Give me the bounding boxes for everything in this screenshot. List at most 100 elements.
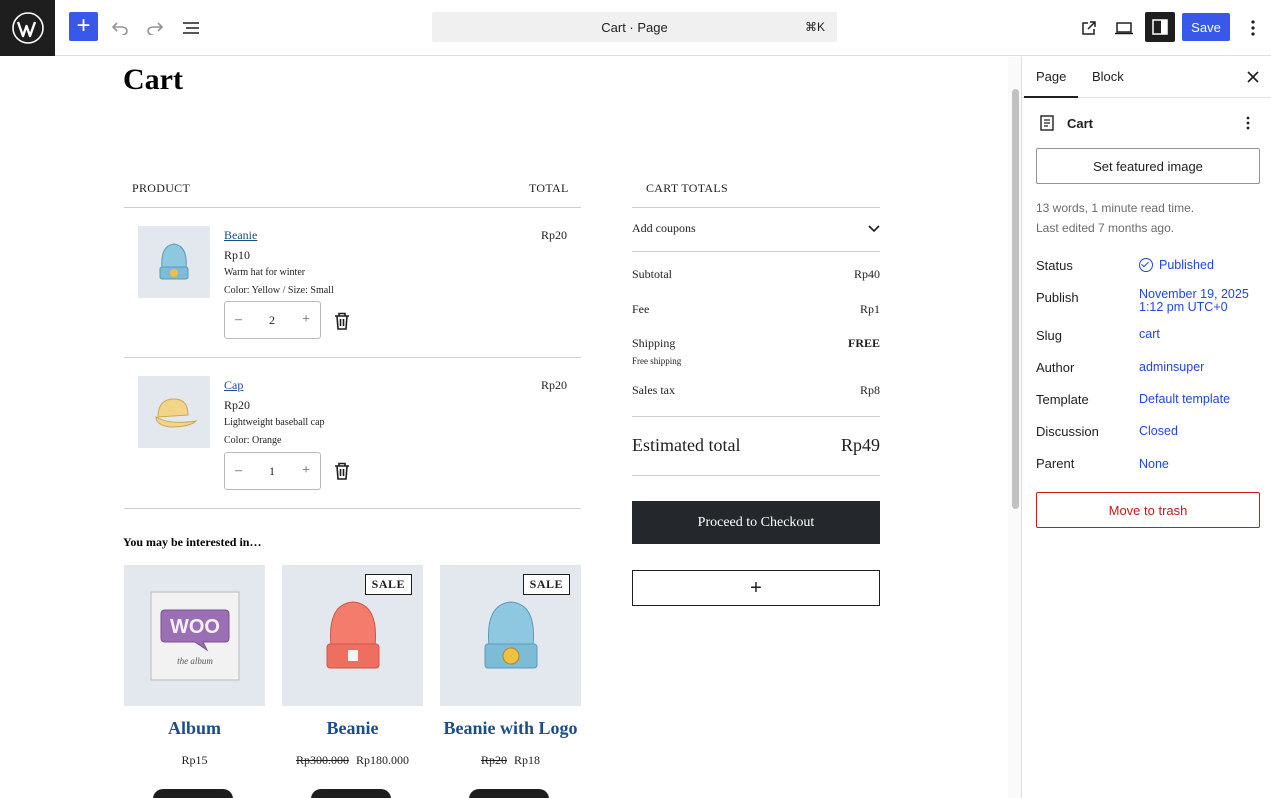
quantity-stepper[interactable]: – 1 + <box>224 452 321 490</box>
settings-toggle-button[interactable] <box>1145 12 1175 42</box>
active-tab-indicator <box>1024 96 1078 98</box>
add-to-cart-button[interactable] <box>153 789 233 798</box>
product-name-link[interactable]: Album <box>124 718 265 739</box>
sale-badge: SALE <box>364 574 412 595</box>
product-price: Rp300.000 Rp180.000 <box>282 753 423 768</box>
cart-item-name-link[interactable]: Cap <box>224 378 243 393</box>
subtotal-label: Subtotal <box>632 267 673 281</box>
publish-time: 1:12 pm UTC+0 <box>1139 300 1228 314</box>
trash-icon[interactable] <box>334 312 350 330</box>
subtotal-row: Subtotal Rp40 <box>632 267 880 282</box>
published-check-icon <box>1139 258 1153 272</box>
trash-icon[interactable] <box>334 462 350 480</box>
move-to-trash-button[interactable]: Move to trash <box>1036 492 1260 528</box>
add-coupons-toggle[interactable]: Add coupons <box>632 221 880 236</box>
template-value-button[interactable]: Default template <box>1139 393 1230 406</box>
add-coupons-label: Add coupons <box>632 221 696 235</box>
close-icon[interactable] <box>1247 71 1259 83</box>
status-value-button[interactable]: Published <box>1139 258 1214 272</box>
more-vertical-icon[interactable] <box>1246 116 1250 130</box>
quantity-value[interactable]: 2 <box>269 313 275 328</box>
beanie-image <box>159 243 189 280</box>
product-price-current: Rp15 <box>181 753 208 767</box>
divider <box>124 207 581 208</box>
quantity-decrease-button[interactable]: – <box>235 312 242 328</box>
cross-sells-heading: You may be interested in… <box>123 535 262 549</box>
tab-page[interactable]: Page <box>1036 69 1066 84</box>
product-image[interactable]: SALE <box>440 565 581 706</box>
product-name-link[interactable]: Beanie <box>282 718 423 739</box>
block-inserter-button[interactable]: + <box>69 12 98 41</box>
product-image[interactable]: SALE <box>282 565 423 706</box>
estimated-total-row: Estimated total Rp49 <box>632 435 880 456</box>
template-label: Template <box>1036 392 1089 407</box>
discussion-label: Discussion <box>1036 424 1099 439</box>
quantity-increase-button[interactable]: + <box>302 463 310 479</box>
quantity-decrease-button[interactable]: – <box>235 463 242 479</box>
cart-item-price: Rp10 <box>224 248 251 262</box>
more-vertical-icon <box>1251 20 1255 36</box>
status-label: Status <box>1036 258 1073 273</box>
divider <box>124 508 581 509</box>
author-value-button[interactable]: adminsuper <box>1139 361 1204 374</box>
album-image: WOO the album <box>150 591 239 680</box>
options-button[interactable] <box>1237 12 1269 44</box>
document-overview-button[interactable] <box>175 12 207 44</box>
parent-value-button[interactable]: None <box>1139 458 1169 471</box>
list-view-icon <box>183 22 199 34</box>
product-card[interactable]: SALE Beanie Rp300.000 Rp180.000 <box>282 565 423 768</box>
product-card[interactable]: SALE Beanie with Logo Rp20 Rp18 <box>440 565 581 768</box>
redo-button[interactable] <box>139 12 171 44</box>
discussion-value-button[interactable]: Closed <box>1139 425 1178 438</box>
sales-tax-value: Rp8 <box>859 383 880 397</box>
divider <box>632 207 880 208</box>
beanie-red-image <box>326 600 379 668</box>
editor-canvas[interactable]: Cart PRODUCT TOTAL Beanie Rp10 Warm hat … <box>0 57 1008 798</box>
product-card[interactable]: WOO the album Album Rp15 <box>124 565 265 768</box>
cart-item-description: Lightweight baseball cap <box>224 417 325 428</box>
proceed-to-checkout-button[interactable]: Proceed to Checkout <box>632 501 880 544</box>
product-price: Rp15 <box>124 753 265 768</box>
fee-row: Fee Rp1 <box>632 302 880 317</box>
preview-device-button[interactable] <box>1108 12 1140 44</box>
cart-item-image[interactable] <box>138 226 210 298</box>
product-name-link[interactable]: Beanie with Logo <box>440 718 581 739</box>
shipping-note: Free shipping <box>632 356 682 366</box>
undo-button[interactable] <box>104 12 136 44</box>
page-title[interactable]: Cart <box>123 63 183 97</box>
slug-label: Slug <box>1036 328 1063 343</box>
shipping-row: Shipping FREE <box>632 336 880 351</box>
divider <box>632 416 880 417</box>
page-icon <box>1040 115 1054 131</box>
sales-tax-row: Sales tax Rp8 <box>632 383 880 398</box>
status-value: Published <box>1159 258 1214 272</box>
view-page-button[interactable] <box>1073 12 1105 44</box>
cart-item-price: Rp20 <box>224 398 251 412</box>
quantity-increase-button[interactable]: + <box>302 312 310 328</box>
wordpress-logo-icon[interactable] <box>0 0 55 56</box>
command-palette-button[interactable]: Cart · Page ⌘K <box>432 12 837 42</box>
external-link-icon <box>1082 21 1096 35</box>
canvas-scrollbar[interactable] <box>1008 57 1022 798</box>
slug-value-button[interactable]: cart <box>1139 328 1160 341</box>
sale-badge: SALE <box>522 574 570 595</box>
add-to-cart-button[interactable] <box>311 789 391 798</box>
tab-block[interactable]: Block <box>1092 69 1124 84</box>
set-featured-image-button[interactable]: Set featured image <box>1036 148 1260 184</box>
word-count: 13 words, 1 minute read time. <box>1036 201 1195 215</box>
scrollbar-thumb[interactable] <box>1012 89 1019 509</box>
cart-item-variation: Color: Yellow / Size: Small <box>224 285 334 296</box>
estimated-total-value: Rp49 <box>840 435 880 455</box>
product-image[interactable]: WOO the album <box>124 565 265 706</box>
save-button[interactable]: Save <box>1182 13 1230 41</box>
cart-item-image[interactable] <box>138 376 210 448</box>
add-to-cart-button[interactable] <box>469 789 549 798</box>
publish-date-button[interactable]: November 19, 2025 1:12 pm UTC+0 <box>1139 288 1249 314</box>
add-block-button[interactable]: + <box>632 570 880 606</box>
sidebar-toggle-icon <box>1152 19 1168 35</box>
product-price: Rp20 Rp18 <box>440 753 581 768</box>
quantity-value[interactable]: 1 <box>269 464 275 479</box>
cart-item-name-link[interactable]: Beanie <box>224 228 257 243</box>
quantity-stepper[interactable]: – 2 + <box>224 301 321 339</box>
product-price-current: Rp18 <box>514 753 541 767</box>
